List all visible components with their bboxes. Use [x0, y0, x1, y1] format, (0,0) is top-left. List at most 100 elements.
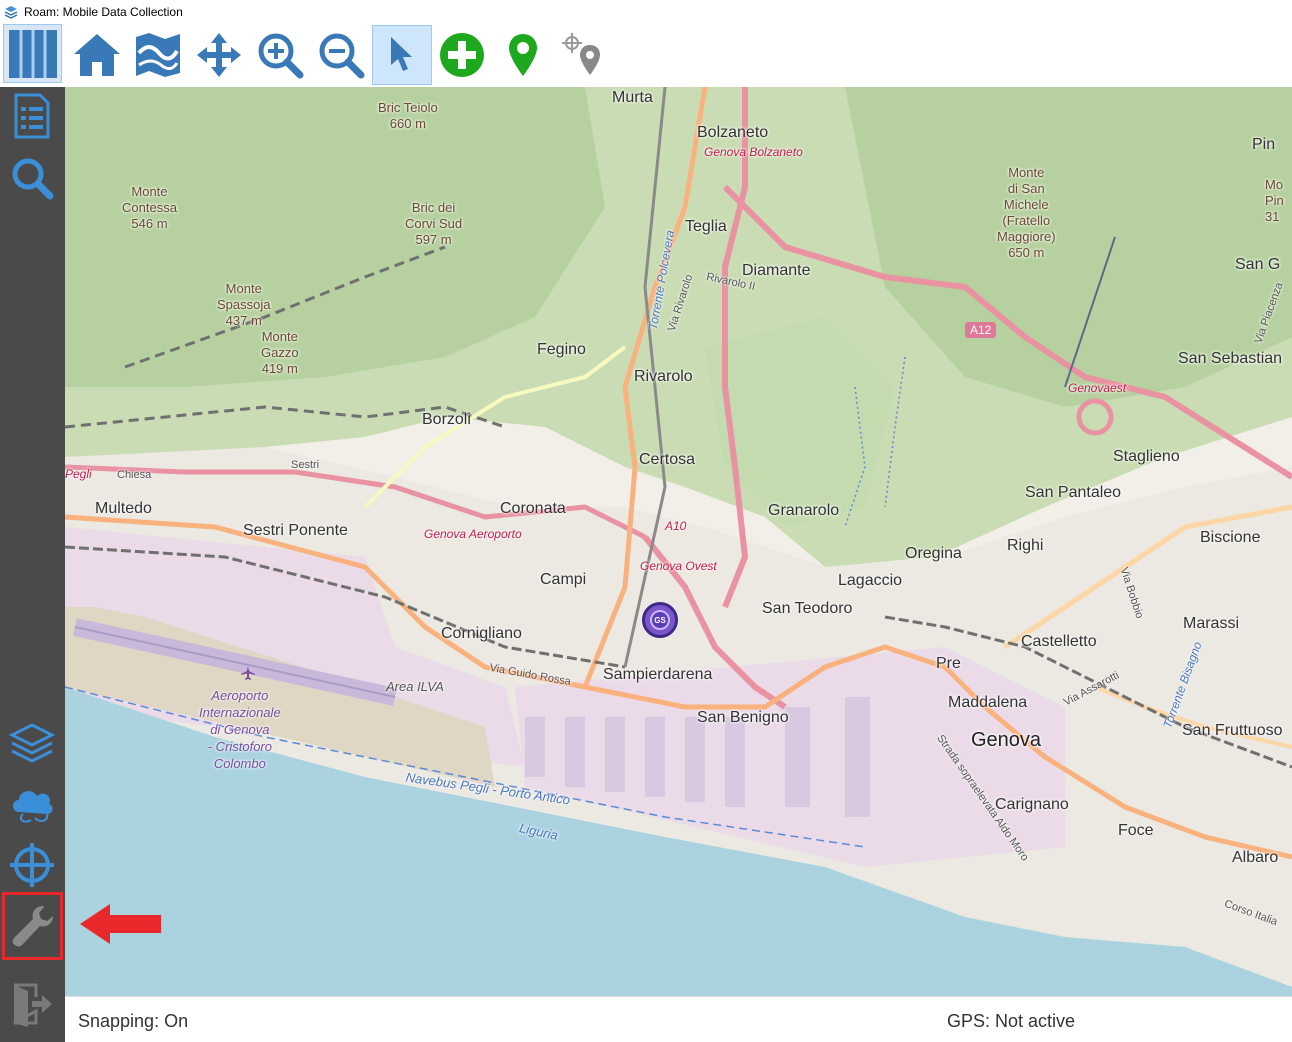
data-form-icon — [14, 93, 50, 139]
settings-button[interactable] — [2, 892, 63, 960]
map-label: Righi — [1007, 537, 1044, 554]
map-label: Murta — [612, 89, 653, 106]
pan-icon — [197, 33, 241, 77]
gps-marker-icon — [509, 34, 537, 76]
map-extent-icon — [136, 33, 180, 77]
main-toolbar — [0, 24, 1292, 87]
gps-locate-button[interactable] — [555, 26, 613, 84]
map-label: Cornigliano — [441, 625, 522, 642]
map-label: Biscione — [1200, 529, 1261, 546]
map-label: Teglia — [685, 218, 727, 235]
location-marker-label: GS — [650, 610, 670, 630]
highway-shield: A12 — [965, 322, 997, 338]
map-label: San Sebastian — [1178, 350, 1283, 367]
annotation-arrow-icon — [80, 904, 161, 944]
zoom-out-button[interactable] — [312, 26, 370, 84]
home-button[interactable] — [68, 26, 126, 84]
search-icon — [12, 158, 54, 200]
map-label: Diamante — [742, 262, 811, 279]
window-title: Roam: Mobile Data Collection — [24, 5, 183, 19]
map-label: Granarolo — [768, 502, 840, 519]
map-label: Pre — [936, 655, 961, 672]
map-label: Coronata — [500, 500, 566, 517]
map-label: Sestri Ponente — [243, 522, 348, 539]
peak-label: Mo Pin 31 — [1265, 177, 1284, 224]
location-marker[interactable]: GS — [642, 602, 678, 638]
gps-crosshair-icon — [10, 843, 54, 887]
search-button[interactable] — [2, 149, 62, 207]
cloud-sync-icon — [13, 791, 53, 823]
map-label: Fegino — [537, 341, 586, 358]
peak-label: Bric Teiolo 660 m — [378, 100, 438, 131]
map-label: San G — [1235, 256, 1281, 273]
map-label: Bolzaneto — [697, 124, 769, 141]
map-label: Lagaccio — [838, 572, 903, 589]
left-sidebar — [0, 24, 65, 1042]
map-icon — [8, 29, 57, 78]
airport-icon — [241, 666, 255, 680]
add-feature-icon — [440, 33, 484, 77]
map-view-button[interactable] — [3, 24, 62, 83]
map-label: Area ILVA — [386, 679, 444, 694]
map-label: Rivarolo — [634, 368, 693, 385]
gps-status: GPS: Not active — [947, 1011, 1076, 1031]
zoom-out-icon — [319, 33, 365, 79]
map-label: San Fruttuoso — [1182, 722, 1283, 739]
peak-label: Monte di San Michele (Fratello Maggiore)… — [997, 165, 1056, 260]
map-canvas[interactable]: Murta Bolzaneto Genova Bolzaneto Teglia … — [65, 87, 1292, 996]
map-label: Multedo — [95, 500, 152, 517]
map-label: Sestri — [291, 459, 320, 471]
layers-button[interactable] — [2, 714, 62, 772]
zoom-in-icon — [258, 33, 304, 79]
map-label: Albaro — [1232, 849, 1279, 866]
map-label: Castelletto — [1021, 633, 1097, 650]
window-titlebar: Roam: Mobile Data Collection — [0, 0, 1292, 24]
map-label: Oregina — [905, 545, 962, 562]
map-label: San Benigno — [697, 709, 789, 726]
map-label: Genova — [971, 729, 1042, 751]
gps-point-button[interactable] — [494, 26, 552, 84]
map-label: Carignano — [995, 796, 1069, 813]
map-label: San Teodoro — [762, 600, 853, 617]
map-label: Genova Ovest — [640, 559, 717, 573]
peak-label: Monte Contessa 546 m — [122, 184, 177, 231]
snapping-status: Snapping: On — [78, 1011, 189, 1031]
map-label: San Pantaleo — [1025, 484, 1122, 501]
map-label: Genova Bolzaneto — [704, 145, 803, 159]
map-label: Foce — [1118, 822, 1154, 839]
gps-button[interactable] — [2, 836, 62, 894]
map-label: Staglieno — [1113, 448, 1180, 465]
map-label: Pin — [1252, 136, 1276, 153]
highway-label: A10 — [665, 519, 687, 533]
data-form-button[interactable] — [2, 87, 62, 145]
exit-button[interactable] — [2, 975, 62, 1033]
peak-label: Bric dei Corvi Sud 597 m — [405, 200, 463, 247]
basemap — [65, 87, 1292, 996]
settings-wrench-icon — [12, 906, 53, 947]
home-icon — [74, 34, 120, 76]
map-label: Maddalena — [948, 694, 1028, 711]
peak-label: Monte Spassoja 437 m — [217, 281, 271, 328]
status-bar: Snapping: On GPS: Not active — [65, 996, 1292, 1042]
map-label: Marassi — [1183, 615, 1240, 632]
airport-label: Aeroporto Internazionale di Genova - Cri… — [199, 688, 281, 771]
peak-label: Monte Gazzo 419 m — [261, 329, 299, 376]
map-label: Genovaest — [1068, 381, 1127, 395]
map-label: Pegli — [65, 467, 92, 481]
map-label: Chiesa — [117, 469, 152, 481]
full-extent-button[interactable] — [129, 26, 187, 84]
map-label: Campi — [540, 571, 587, 588]
pan-button[interactable] — [190, 26, 248, 84]
select-tool-button[interactable] — [372, 25, 432, 85]
add-feature-button[interactable] — [433, 26, 491, 84]
map-label: Sampierdarena — [603, 666, 713, 683]
map-label: Genova Aeroporto — [424, 527, 522, 541]
sync-button[interactable] — [2, 775, 62, 833]
select-pointer-icon — [391, 37, 412, 71]
map-label: Certosa — [639, 451, 696, 468]
map-label: Borzoli — [422, 411, 471, 428]
gps-locate-icon — [562, 33, 600, 75]
app-layers-icon — [4, 6, 18, 19]
exit-icon — [13, 983, 52, 1027]
zoom-in-button[interactable] — [251, 26, 309, 84]
